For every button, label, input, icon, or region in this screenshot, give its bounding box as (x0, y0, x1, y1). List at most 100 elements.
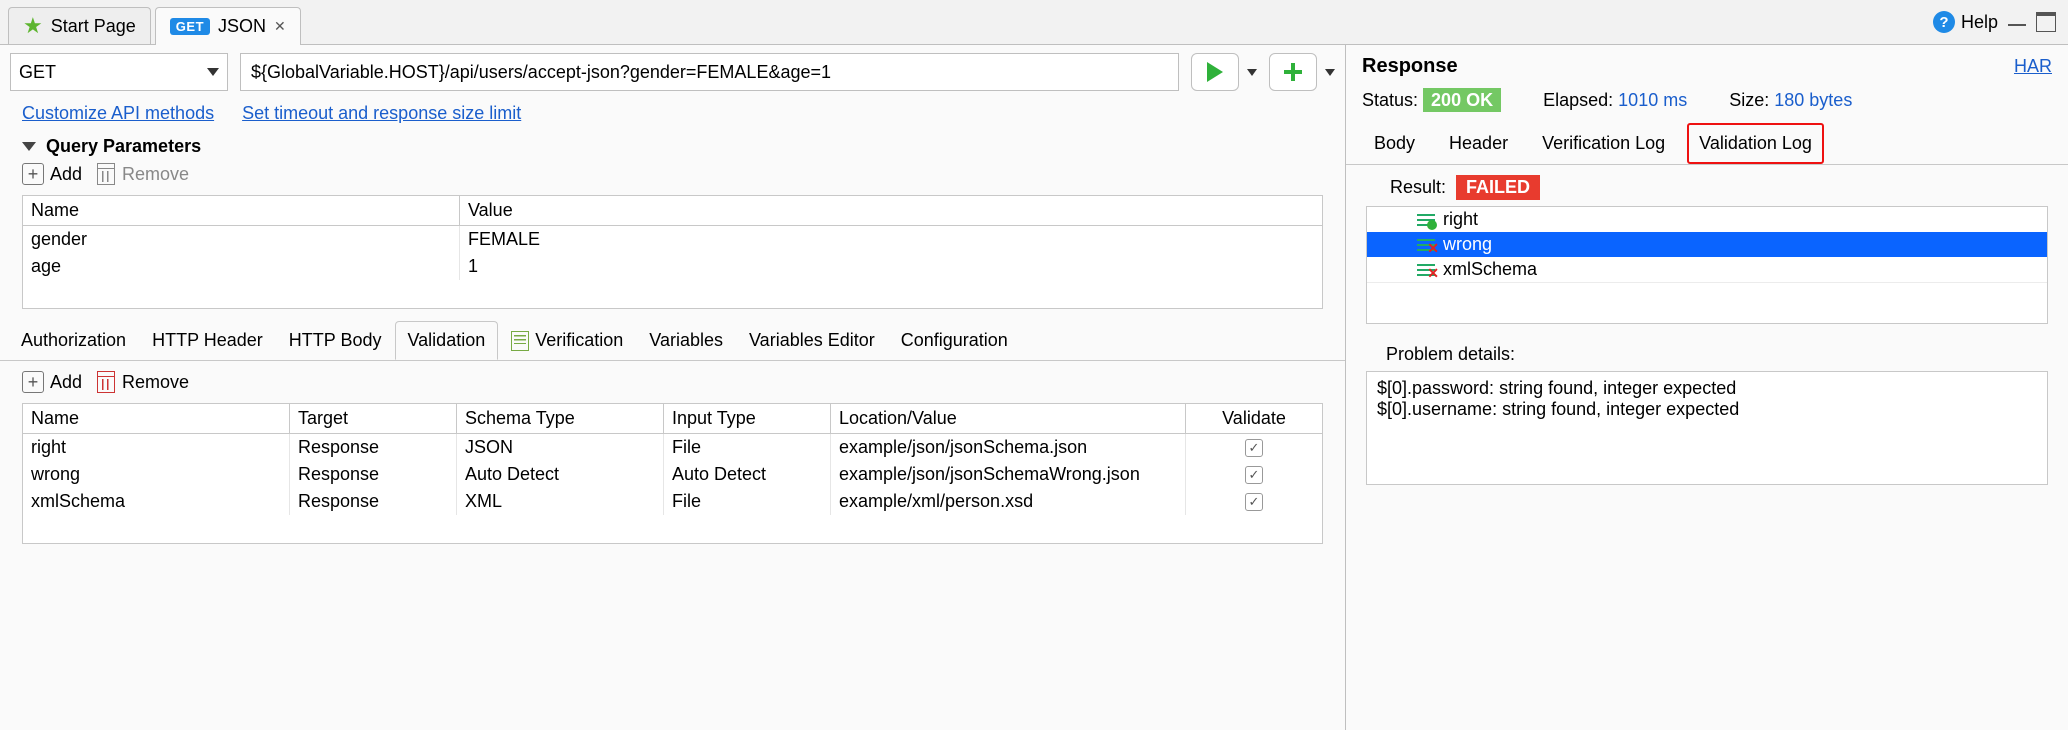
problem-details-label: Problem details: (1346, 324, 2068, 371)
close-icon[interactable]: ✕ (274, 18, 286, 35)
validation-remove-button[interactable]: Remove (96, 371, 189, 393)
validation-table: Name Target Schema Type Input Type Locat… (22, 403, 1323, 544)
result-item-label: right (1443, 209, 1478, 230)
tab-verification[interactable]: Verification (498, 321, 636, 360)
request-url-value: ${GlobalVariable.HOST}/api/users/accept-… (251, 62, 831, 83)
query-parameters-title: Query Parameters (46, 136, 201, 157)
status-badge: 200 OK (1423, 88, 1501, 112)
response-tabstrip: Body Header Verification Log Validation … (1346, 123, 2068, 165)
result-empty (1367, 282, 2047, 323)
tab-authorization[interactable]: Authorization (8, 321, 139, 360)
tab-start-page[interactable]: ★ Start Page (8, 7, 151, 44)
v-header-name: Name (23, 404, 290, 434)
trash-icon (96, 371, 116, 393)
checkbox-icon[interactable]: ✓ (1245, 493, 1263, 511)
v-header-target: Target (290, 404, 457, 434)
plus-icon: + (22, 163, 44, 185)
help-icon: ? (1933, 11, 1955, 33)
chevron-down-icon (207, 68, 219, 76)
tab-validation[interactable]: Validation (395, 321, 499, 360)
minimize-icon[interactable] (2008, 24, 2026, 28)
tab-verification-log[interactable]: Verification Log (1530, 123, 1677, 164)
tab-label: Start Page (51, 16, 136, 37)
request-url-input[interactable]: ${GlobalVariable.HOST}/api/users/accept-… (240, 53, 1179, 91)
document-icon (511, 331, 529, 351)
query-parameters-table: Name Value gender FEMALE age 1 (22, 195, 1323, 309)
http-method-value: GET (19, 62, 56, 83)
response-title: Response (1362, 55, 1458, 78)
v-header-schema-type: Schema Type (457, 404, 664, 434)
result-item[interactable]: wrong (1367, 232, 2047, 257)
qp-value: FEMALE (460, 226, 1322, 253)
size-value: 180 bytes (1774, 90, 1852, 110)
problem-details: $[0].password: string found, integer exp… (1366, 371, 2048, 485)
tab-json[interactable]: GET JSON ✕ (155, 7, 301, 44)
v-header-location: Location/Value (831, 404, 1186, 434)
chevron-down-icon[interactable] (1247, 69, 1257, 76)
tab-validation-log[interactable]: Validation Log (1687, 123, 1824, 164)
chevron-down-icon[interactable] (1325, 69, 1335, 76)
table-row-empty (23, 515, 1322, 543)
http-method-select[interactable]: GET (10, 53, 228, 91)
table-row[interactable]: wrong Response Auto Detect Auto Detect e… (23, 461, 1322, 488)
help-label: Help (1961, 12, 1998, 33)
validation-add-button[interactable]: + Add (22, 371, 82, 393)
elapsed-label: Elapsed: (1543, 90, 1613, 110)
table-row[interactable]: xmlSchema Response XML File example/xml/… (23, 488, 1322, 515)
tab-variables-editor[interactable]: Variables Editor (736, 321, 888, 360)
pass-icon (1417, 212, 1435, 228)
plus-icon: + (22, 371, 44, 393)
validation-add-label: Add (50, 372, 82, 393)
result-item[interactable]: right (1367, 207, 2047, 232)
add-button[interactable] (1269, 53, 1317, 91)
v-header-input-type: Input Type (664, 404, 831, 434)
validation-remove-label: Remove (122, 372, 189, 393)
qp-name: gender (23, 226, 460, 253)
checkbox-icon[interactable]: ✓ (1245, 439, 1263, 457)
window-tabstrip: ★ Start Page GET JSON ✕ ? Help (0, 0, 2068, 45)
help-button[interactable]: ? Help (1933, 11, 1998, 33)
trash-icon (96, 163, 116, 185)
qp-header-value: Value (460, 196, 1322, 226)
result-item-label: wrong (1443, 234, 1492, 255)
qp-name: age (23, 253, 460, 280)
elapsed-value: 1010 ms (1618, 90, 1687, 110)
qp-header-name: Name (23, 196, 460, 226)
result-item[interactable]: xmlSchema (1367, 257, 2047, 282)
set-timeout-link[interactable]: Set timeout and response size limit (242, 103, 521, 124)
tab-header[interactable]: Header (1437, 123, 1520, 164)
v-header-validate: Validate (1186, 404, 1322, 434)
tab-variables[interactable]: Variables (636, 321, 736, 360)
tab-http-header[interactable]: HTTP Header (139, 321, 276, 360)
star-icon: ★ (23, 13, 43, 39)
run-button[interactable] (1191, 53, 1239, 91)
result-list: right wrong xmlSchema (1366, 206, 2048, 324)
table-row[interactable]: right Response JSON File example/json/js… (23, 434, 1322, 461)
table-row[interactable]: age 1 (23, 253, 1322, 280)
maximize-icon[interactable] (2036, 12, 2056, 32)
qp-add-label: Add (50, 164, 82, 185)
result-item-label: xmlSchema (1443, 259, 1537, 280)
tab-http-body[interactable]: HTTP Body (276, 321, 395, 360)
qp-value: 1 (460, 253, 1322, 280)
result-badge: FAILED (1456, 175, 1540, 200)
chevron-down-icon (22, 142, 36, 151)
qp-add-button[interactable]: + Add (22, 163, 82, 185)
status-label: Status: (1362, 90, 1418, 110)
qp-remove-label: Remove (122, 164, 189, 185)
fail-icon (1417, 262, 1435, 278)
table-row[interactable]: gender FEMALE (23, 226, 1322, 253)
get-badge: GET (170, 18, 210, 35)
plus-icon (1284, 63, 1302, 81)
checkbox-icon[interactable]: ✓ (1245, 466, 1263, 484)
query-parameters-header[interactable]: Query Parameters (0, 134, 1345, 159)
qp-remove-button: Remove (96, 163, 189, 185)
har-link[interactable]: HAR (2014, 56, 2052, 77)
table-row-empty (23, 280, 1322, 308)
tab-body[interactable]: Body (1362, 123, 1427, 164)
fail-icon (1417, 237, 1435, 253)
tab-configuration[interactable]: Configuration (888, 321, 1021, 360)
request-tabstrip: Authorization HTTP Header HTTP Body Vali… (0, 309, 1345, 361)
size-label: Size: (1729, 90, 1769, 110)
customize-api-methods-link[interactable]: Customize API methods (22, 103, 214, 124)
